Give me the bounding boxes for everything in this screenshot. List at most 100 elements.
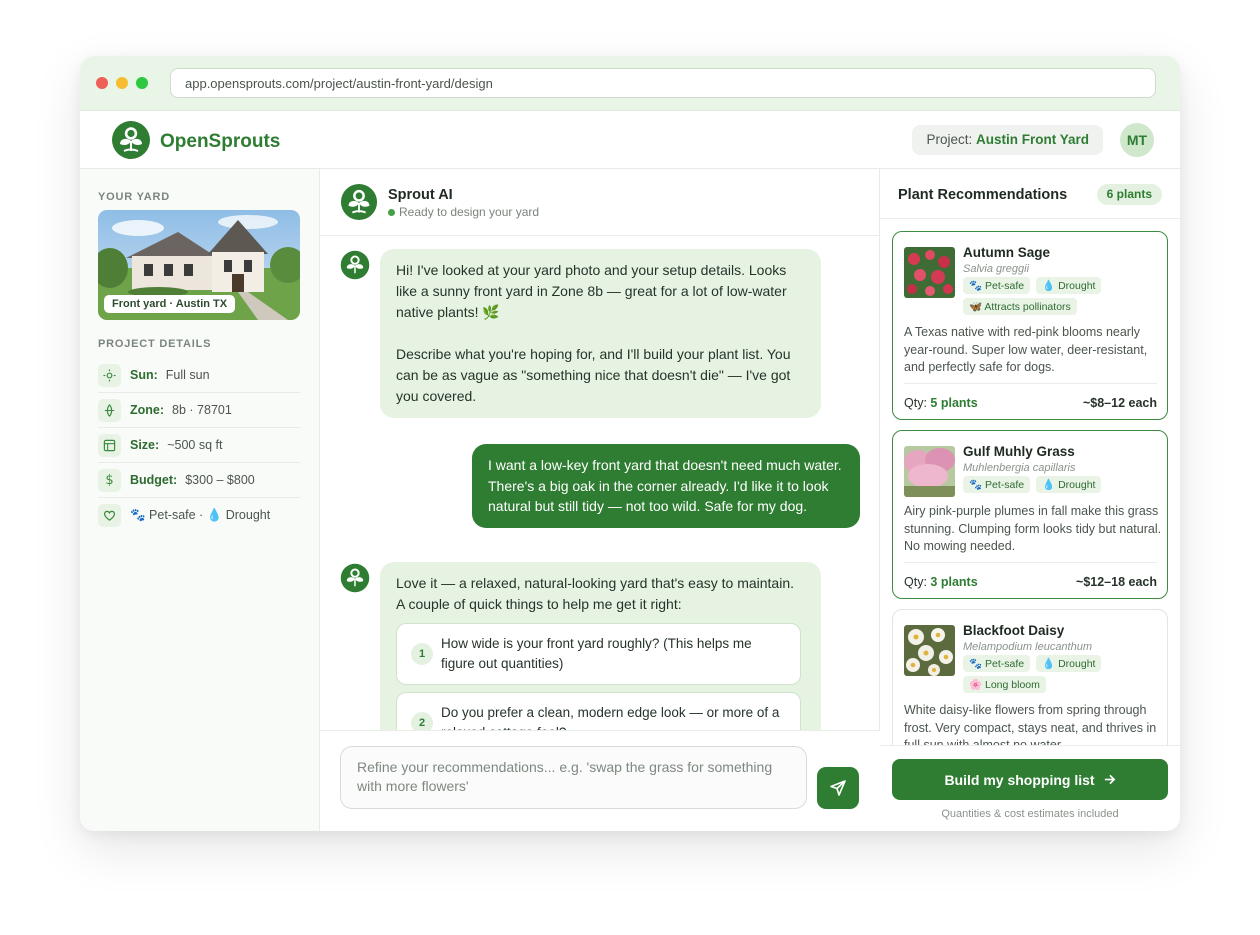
plant-name: Autumn Sage (963, 245, 1051, 260)
tag-drought: 💧 Drought (1036, 277, 1102, 294)
plant-thumbnail (904, 247, 955, 298)
browser-titlebar: app.opensprouts.com/project/austin-front… (80, 56, 1180, 111)
detail-row-size: Size: ~500 sq ft (98, 428, 300, 463)
question-number: 1 (411, 643, 433, 665)
plant-latin-name: Melampodium leucanthum (963, 641, 1093, 653)
plant-latin-name: Muhlenbergia capillaris (963, 462, 1076, 474)
plant-footer: Qty: 3 plants ~$12–18 each (904, 562, 1157, 596)
project-name: Austin Front Yard (975, 132, 1089, 147)
message-text: Describe what you're hoping for, and I'l… (396, 346, 791, 404)
send-icon (830, 780, 846, 796)
chat-composer: Refine your recommendations... e.g. 'swa… (320, 730, 880, 831)
plant-price: ~$8–12 each (1082, 396, 1157, 410)
plant-quantity: Qty: 3 plants (904, 575, 978, 589)
tag-pet-safe: 🐾 Pet-safe (963, 277, 1031, 294)
detail-value: Full sun (165, 368, 210, 382)
project-details-heading: PROJECT DETAILS (98, 338, 212, 350)
yard-photo[interactable]: Front yard · Austin TX (98, 210, 300, 320)
maximize-window-button[interactable] (136, 77, 148, 89)
plant-name: Blackfoot Daisy (963, 623, 1065, 638)
project-selector[interactable]: Project: Austin Front Yard (912, 125, 1103, 155)
detail-row-budget: $ Budget: $300 – $800 (98, 463, 300, 498)
zone-icon (98, 398, 121, 422)
plant-card-gulf-muhly[interactable]: Gulf Muhly Grass Muhlenbergia capillaris… (892, 430, 1168, 599)
bot-avatar-icon (340, 563, 370, 593)
recommendations-footer: Build my shopping list Quantities & cost… (880, 745, 1180, 831)
plant-thumbnail (904, 446, 955, 497)
plant-description: White daisy-like flowers from spring thr… (904, 703, 1157, 745)
plant-tags: 🐾 Pet-safe 💧 Drought 🦋 Attracts pollinat… (963, 277, 1163, 315)
tag-drought: 💧 Drought (1036, 655, 1102, 672)
bot-message: Hi! I've looked at your yard photo and y… (380, 249, 821, 418)
question-card[interactable]: 1 How wide is your front yard roughly? (… (396, 623, 801, 685)
plant-list[interactable]: Autumn Sage Salvia greggii 🐾 Pet-safe 💧 … (880, 219, 1180, 745)
plant-description: A Texas native with red-pink blooms near… (904, 325, 1148, 374)
plant-thumbnail (904, 625, 955, 676)
detail-row-preferences: 🐾 Pet-safe · 💧 Drought (98, 498, 300, 533)
sidebar: YOUR YARD Front yard · Austin TX PROJECT… (80, 169, 320, 831)
detail-value: ~500 sq ft (167, 438, 223, 452)
sun-icon (98, 363, 121, 387)
bot-status: Ready to design your yard (388, 205, 539, 219)
recommendations-header: Plant Recommendations 6 plants (880, 169, 1180, 219)
chat-input[interactable]: Refine your recommendations... e.g. 'swa… (340, 746, 807, 809)
plant-count-badge: 6 plants (1096, 184, 1162, 205)
tag-drought: 💧 Drought (1036, 476, 1102, 493)
bot-avatar-icon (340, 250, 370, 280)
tag-pollinators: 🦋 Attracts pollinators (963, 298, 1077, 315)
your-yard-heading: YOUR YARD (98, 191, 170, 203)
detail-value: $300 – $800 (185, 473, 255, 487)
detail-label: Sun: (130, 368, 158, 382)
detail-label: Size: (130, 438, 160, 452)
arrow-right-icon (1104, 774, 1115, 785)
plant-latin-name: Salvia greggii (963, 263, 1030, 275)
chat-header: Sprout AI Ready to design your yard (320, 169, 880, 236)
bot-message: Love it — a relaxed, natural-looking yar… (380, 562, 821, 730)
plant-description: Airy pink-purple plumes in fall make thi… (904, 504, 1162, 553)
send-button[interactable] (817, 767, 859, 809)
sprout-logo-icon (112, 121, 150, 159)
bot-name: Sprout AI (388, 187, 453, 203)
project-label: Project: (926, 132, 973, 147)
bot-avatar-icon (340, 183, 378, 221)
tag-pet-safe: 🐾 Pet-safe (963, 476, 1031, 493)
question-card[interactable]: 2 Do you prefer a clean, modern edge loo… (396, 692, 801, 730)
plant-name: Gulf Muhly Grass (963, 444, 1075, 459)
detail-row-zone: Zone: 8b · 78701 (98, 393, 300, 428)
detail-row-sun: Sun: Full sun (98, 358, 300, 393)
detail-value: 🐾 Pet-safe · 💧 Drought (130, 508, 271, 522)
tag-long-bloom: 🌸 Long bloom (963, 676, 1046, 693)
message-text: Hi! I've looked at your yard photo and y… (396, 262, 787, 320)
recommendations-panel: Plant Recommendations 6 plants Autumn Sa… (880, 169, 1180, 831)
online-status-dot (388, 209, 395, 216)
heart-icon (98, 504, 121, 527)
app-header: OpenSprouts Project: Austin Front Yard M… (80, 111, 1180, 169)
close-window-button[interactable] (96, 77, 108, 89)
message-list[interactable]: Hi! I've looked at your yard photo and y… (320, 236, 880, 730)
detail-label: Budget: (130, 473, 178, 487)
question-number: 2 (411, 712, 433, 730)
question-text: Do you prefer a clean, modern edge look … (441, 705, 780, 730)
dollar-icon: $ (98, 468, 121, 492)
brand-name[interactable]: OpenSprouts (160, 131, 280, 153)
tag-pet-safe: 🐾 Pet-safe (963, 655, 1031, 672)
plant-footer: Qty: 5 plants ~$8–12 each (904, 383, 1157, 417)
detail-value: 8b · 78701 (172, 403, 232, 417)
detail-label: Zone: (130, 403, 165, 417)
recommendations-title: Plant Recommendations (898, 187, 1068, 203)
size-icon (98, 433, 121, 457)
browser-window: app.opensprouts.com/project/austin-front… (80, 56, 1180, 831)
bot-status-text: Ready to design your yard (399, 205, 540, 219)
chat-panel: Sprout AI Ready to design your yard Hi! … (320, 169, 880, 831)
yard-photo-caption: Front yard · Austin TX (104, 295, 236, 313)
user-avatar[interactable]: MT (1120, 123, 1154, 157)
plant-card-blackfoot-daisy[interactable]: Blackfoot Daisy Melampodium leucanthum 🐾… (892, 609, 1168, 745)
plant-quantity: Qty: 5 plants (904, 396, 978, 410)
build-shopping-list-button[interactable]: Build my shopping list (892, 759, 1168, 800)
build-button-label: Build my shopping list (944, 771, 1095, 788)
minimize-window-button[interactable] (116, 77, 128, 89)
plant-tags: 🐾 Pet-safe 💧 Drought (963, 476, 1163, 493)
url-bar[interactable]: app.opensprouts.com/project/austin-front… (170, 68, 1156, 98)
plant-card-autumn-sage[interactable]: Autumn Sage Salvia greggii 🐾 Pet-safe 💧 … (892, 231, 1168, 420)
user-message: I want a low-key front yard that doesn't… (472, 444, 860, 528)
